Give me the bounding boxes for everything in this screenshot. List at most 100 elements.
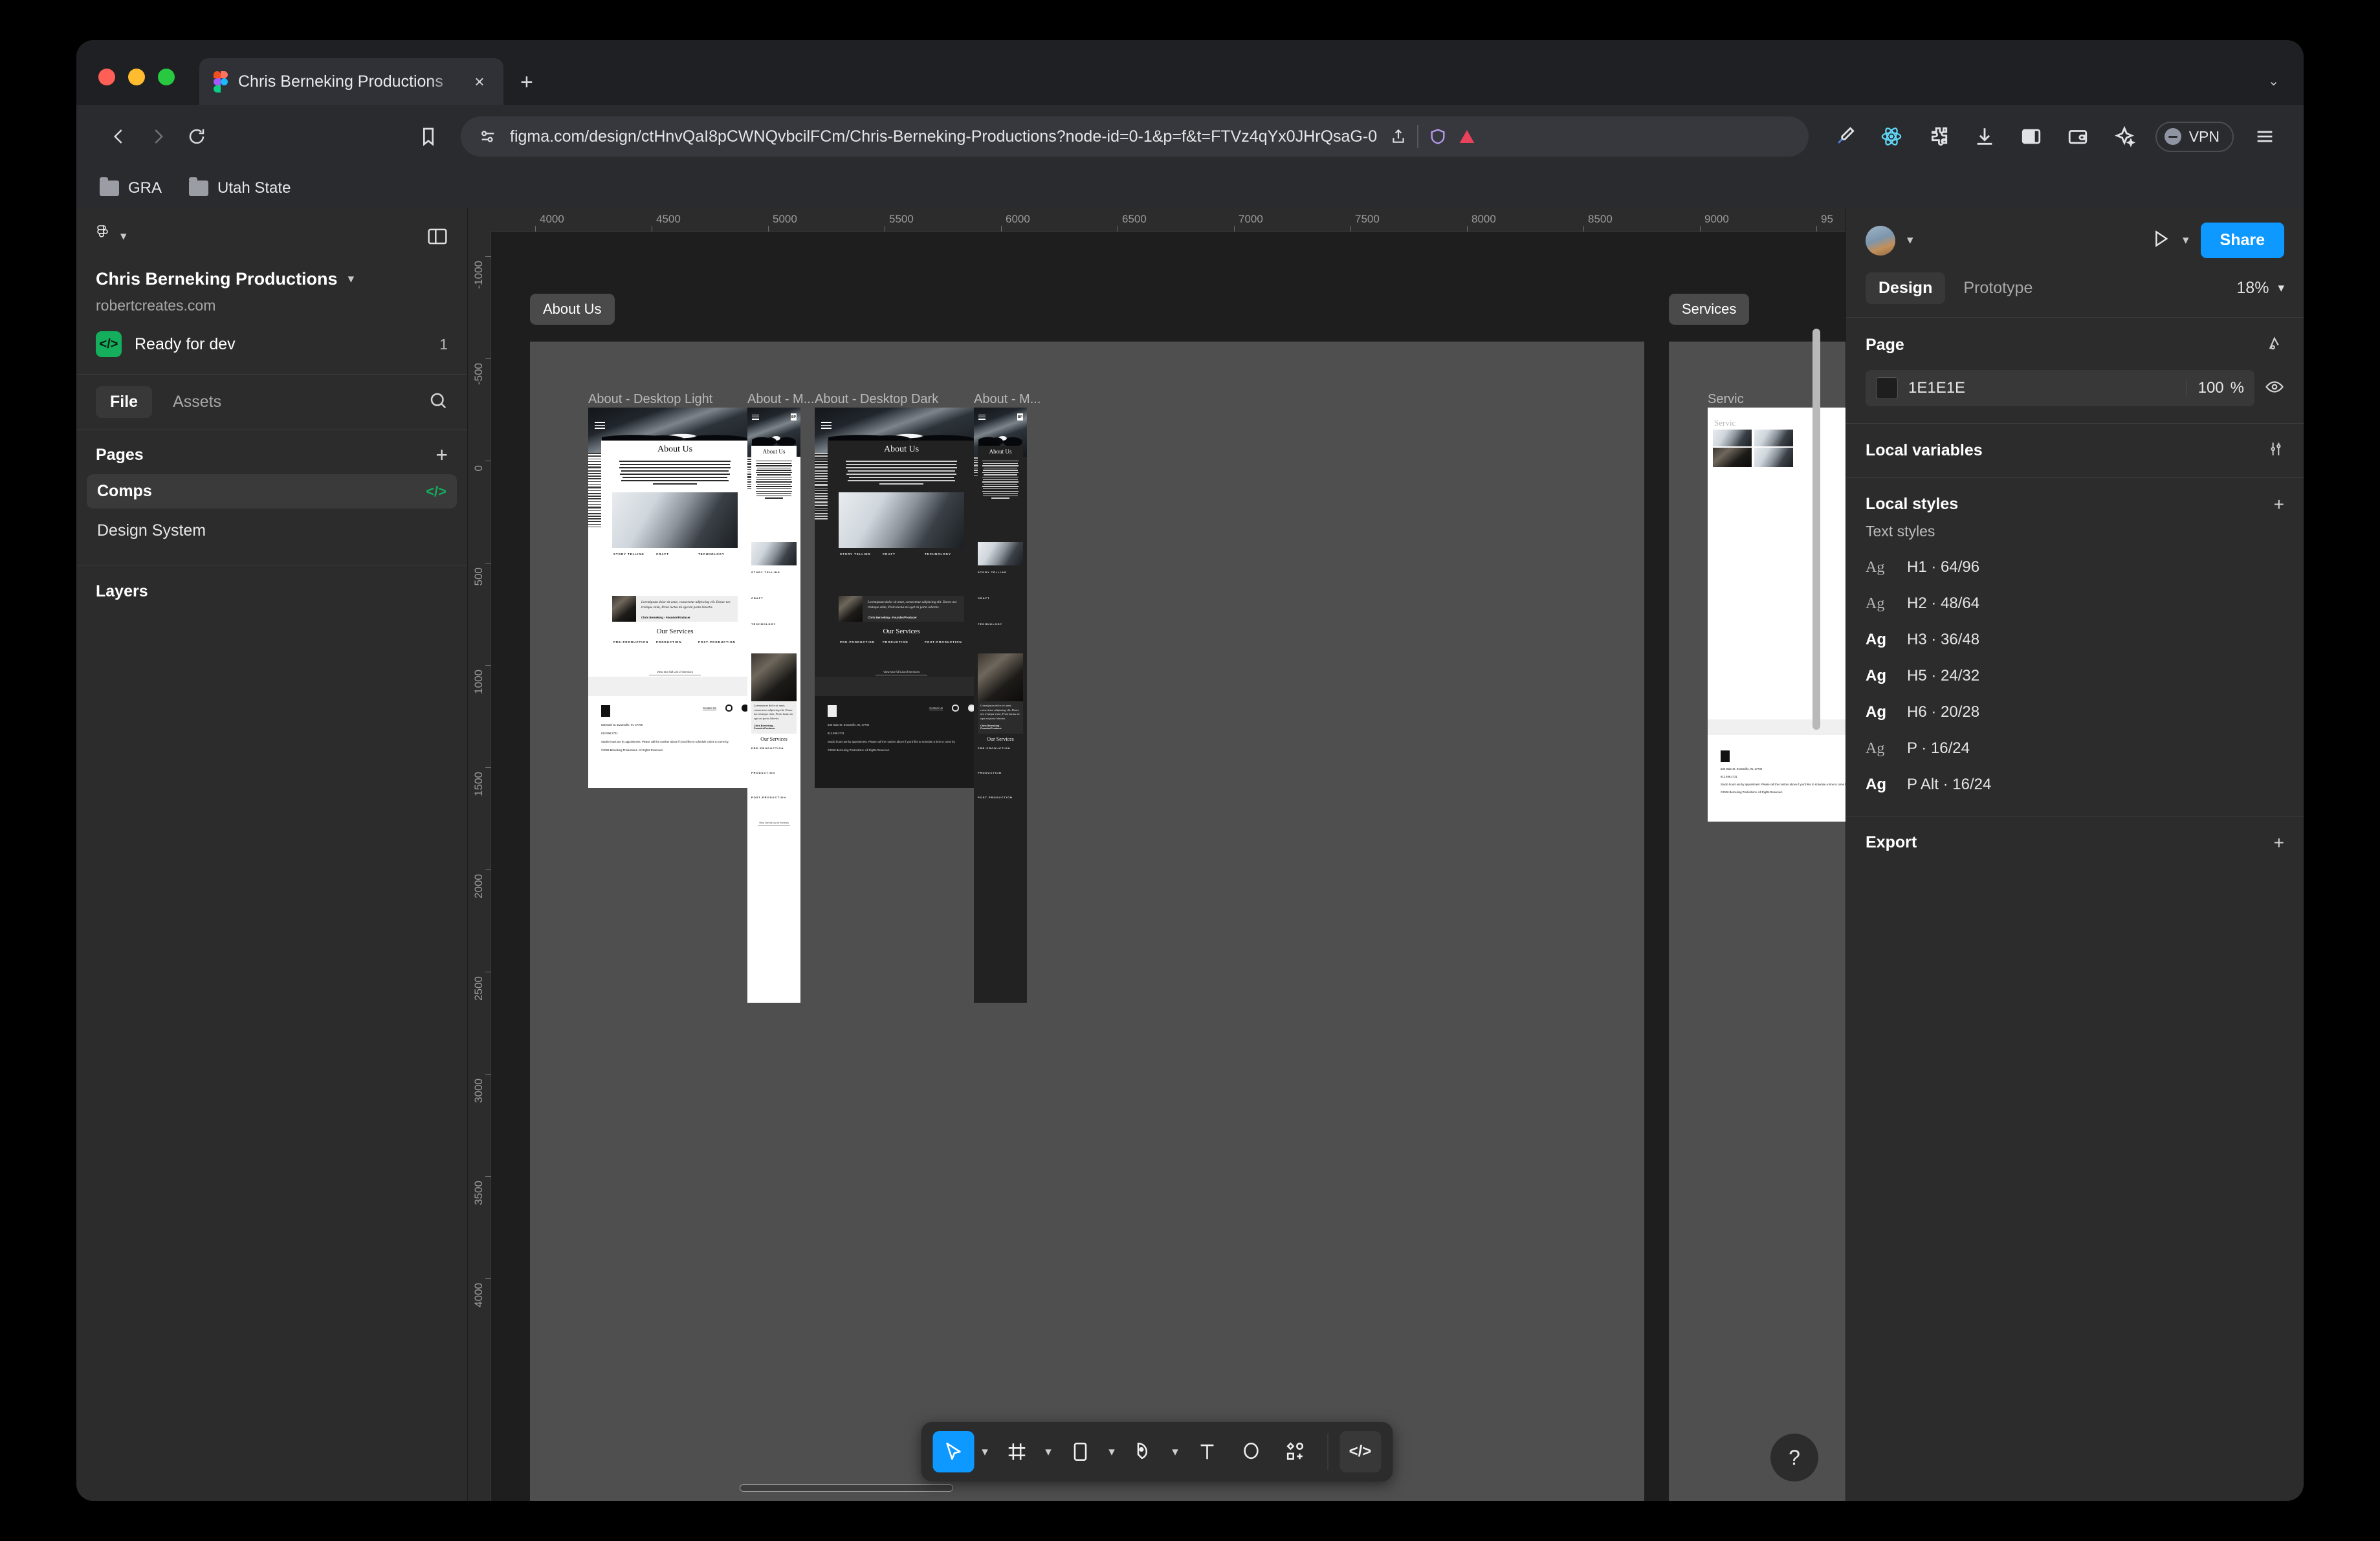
text-style-h6[interactable]: Ag H6 · 20/28 [1866,694,2284,730]
minimize-window-button[interactable] [128,69,145,85]
close-tab-button[interactable]: × [470,73,489,90]
bookmark-icon[interactable] [410,118,446,155]
frame-about-desktop-light[interactable]: BP About Us STORY TELLING CRAFT TECHNOLO… [588,408,762,788]
chevron-down-icon[interactable]: ▾ [1907,233,1913,248]
wallet-icon[interactable] [2062,121,2093,152]
add-page-button[interactable]: + [435,444,448,465]
text-tool[interactable] [1186,1431,1228,1472]
shape-tool-caret[interactable]: ▾ [1103,1445,1120,1459]
services-cta-link[interactable]: View Our full List of Services [876,670,927,675]
eyedropper-icon[interactable] [1829,121,1860,152]
vpn-button[interactable]: VPN [2155,121,2234,152]
zoom-control[interactable]: 18% ▾ [2236,279,2284,298]
frame-label-mobile-light[interactable]: About - M... [747,392,814,407]
footer-contact-link[interactable]: Contact Us [703,706,716,710]
dev-status-row[interactable]: </> Ready for dev 1 [96,331,448,357]
canvas[interactable]: 4000 4500 5000 5500 6000 6500 7000 7500 … [468,208,1846,1501]
frame-tool-caret[interactable]: ▾ [1040,1445,1057,1459]
tab-design[interactable]: Design [1866,272,1946,304]
search-icon[interactable] [428,391,448,413]
present-button[interactable] [2150,228,2171,252]
tab-file[interactable]: File [96,386,153,418]
image-fill-icon[interactable] [2266,334,2284,356]
brand-triangle-icon[interactable] [1457,127,1477,146]
bookmark-gra[interactable]: GRA [100,177,162,197]
services-cta-link[interactable]: View Our full List of Services [758,822,790,825]
new-tab-button[interactable]: + [520,71,533,93]
figma-home-button[interactable]: ▾ [96,225,127,247]
frame-about-desktop-dark[interactable]: BP About Us STORY TELLING CRAFT TECHNOLO… [815,408,988,788]
present-options-chevron-icon[interactable]: ▾ [2183,233,2189,248]
shape-tool[interactable] [1059,1431,1101,1472]
page-item-comps[interactable]: Comps </> [87,474,457,508]
close-window-button[interactable] [98,69,115,85]
pen-tool[interactable] [1123,1431,1164,1472]
dev-mode-toggle[interactable]: </> [1339,1431,1381,1472]
text-style-h1[interactable]: Ag H1 · 64/96 [1866,549,2284,585]
actions-tool[interactable] [1274,1431,1316,1472]
menu-icon[interactable] [752,415,759,420]
help-button[interactable]: ? [1770,1434,1818,1481]
avatar[interactable] [1866,225,1895,256]
forward-button[interactable] [138,117,177,156]
footer-contact-link[interactable]: Contact Us [929,706,943,710]
react-devtools-icon[interactable] [1876,121,1907,152]
canvas-horizontal-scrollbar[interactable] [740,1484,953,1492]
local-variables-section[interactable]: Local variables [1846,424,2304,477]
comment-tool[interactable] [1230,1431,1272,1472]
canvas-viewport[interactable]: About Us Services About - Desktop Light … [491,232,1846,1501]
frame-label-desktop-light[interactable]: About - Desktop Light [588,392,712,407]
frame-services[interactable]: Servic 530 Main St. Evansville, IN, 4770… [1708,408,1846,822]
download-icon[interactable] [1969,121,2000,152]
instagram-icon[interactable] [952,705,959,712]
menu-icon[interactable] [595,422,605,429]
text-style-p-alt[interactable]: Ag P Alt · 16/24 [1866,767,2284,803]
canvas-vertical-scrollbar[interactable] [1813,329,1820,730]
back-button[interactable] [100,117,138,156]
puzzle-piece-icon[interactable] [1923,121,1954,152]
maximize-window-button[interactable] [158,69,175,85]
sliders-icon[interactable] [2267,441,2284,461]
menu-icon[interactable] [978,415,986,420]
text-style-h5[interactable]: Ag H5 · 24/32 [1866,658,2284,694]
shield-icon[interactable] [1429,127,1447,146]
reload-button[interactable] [177,117,216,156]
bookmark-utah-state[interactable]: Utah State [189,177,291,197]
text-style-p[interactable]: Ag P · 16/24 [1866,730,2284,767]
toggle-ui-icon[interactable] [427,228,448,245]
frame-label-services[interactable]: Servic [1708,392,1744,407]
browser-tab[interactable]: Chris Berneking Productions × [199,58,503,105]
address-bar[interactable]: figma.com/design/ctHnvQaI8pCWNQvbcilFCm/… [461,116,1809,157]
browser-menu-icon[interactable] [2249,121,2280,152]
page-item-design-system[interactable]: Design System [87,514,457,548]
instagram-icon[interactable] [725,705,733,712]
tab-assets[interactable]: Assets [159,386,236,418]
move-tool[interactable] [932,1431,974,1472]
eye-icon[interactable] [2265,377,2284,400]
tab-list-chevron-icon[interactable]: ⌄ [2268,73,2279,89]
color-swatch[interactable] [1876,377,1898,399]
services-cta-link[interactable]: View Our full List of Services [649,670,701,675]
frame-tool[interactable] [996,1431,1037,1472]
opacity-field[interactable]: 100 % [2185,379,2244,397]
pen-tool-caret[interactable]: ▾ [1167,1445,1184,1459]
frame-label-mobile-dark[interactable]: About - M... [974,392,1041,407]
file-name-row[interactable]: Chris Berneking Productions ▾ [96,269,448,289]
sidebar-icon[interactable] [2016,121,2047,152]
frame-about-mobile-dark[interactable]: BP About Us STORY TELLING CRAFT TECHNOLO… [974,408,1027,1003]
text-style-h3[interactable]: Ag H3 · 36/48 [1866,622,2284,658]
text-style-h2[interactable]: Ag H2 · 48/64 [1866,585,2284,622]
section-tag-about-us[interactable]: About Us [530,294,615,325]
share-url-icon[interactable] [1390,128,1407,145]
section-tag-services[interactable]: Services [1669,294,1750,325]
add-export-button[interactable]: + [2274,833,2284,852]
page-color-field[interactable]: 1E1E1E 100 % [1866,370,2254,406]
move-tool-caret[interactable]: ▾ [976,1445,993,1459]
tab-prototype[interactable]: Prototype [1950,272,2045,304]
share-button[interactable]: Share [2200,223,2284,258]
ai-sparkle-icon[interactable] [2109,121,2140,152]
add-style-button[interactable]: + [2274,495,2284,514]
frame-about-mobile-light[interactable]: BP About Us STORY TELLING CRAFT TECHNOLO… [747,408,800,1003]
frame-label-desktop-dark[interactable]: About - Desktop Dark [815,392,938,407]
menu-icon[interactable] [821,422,832,429]
